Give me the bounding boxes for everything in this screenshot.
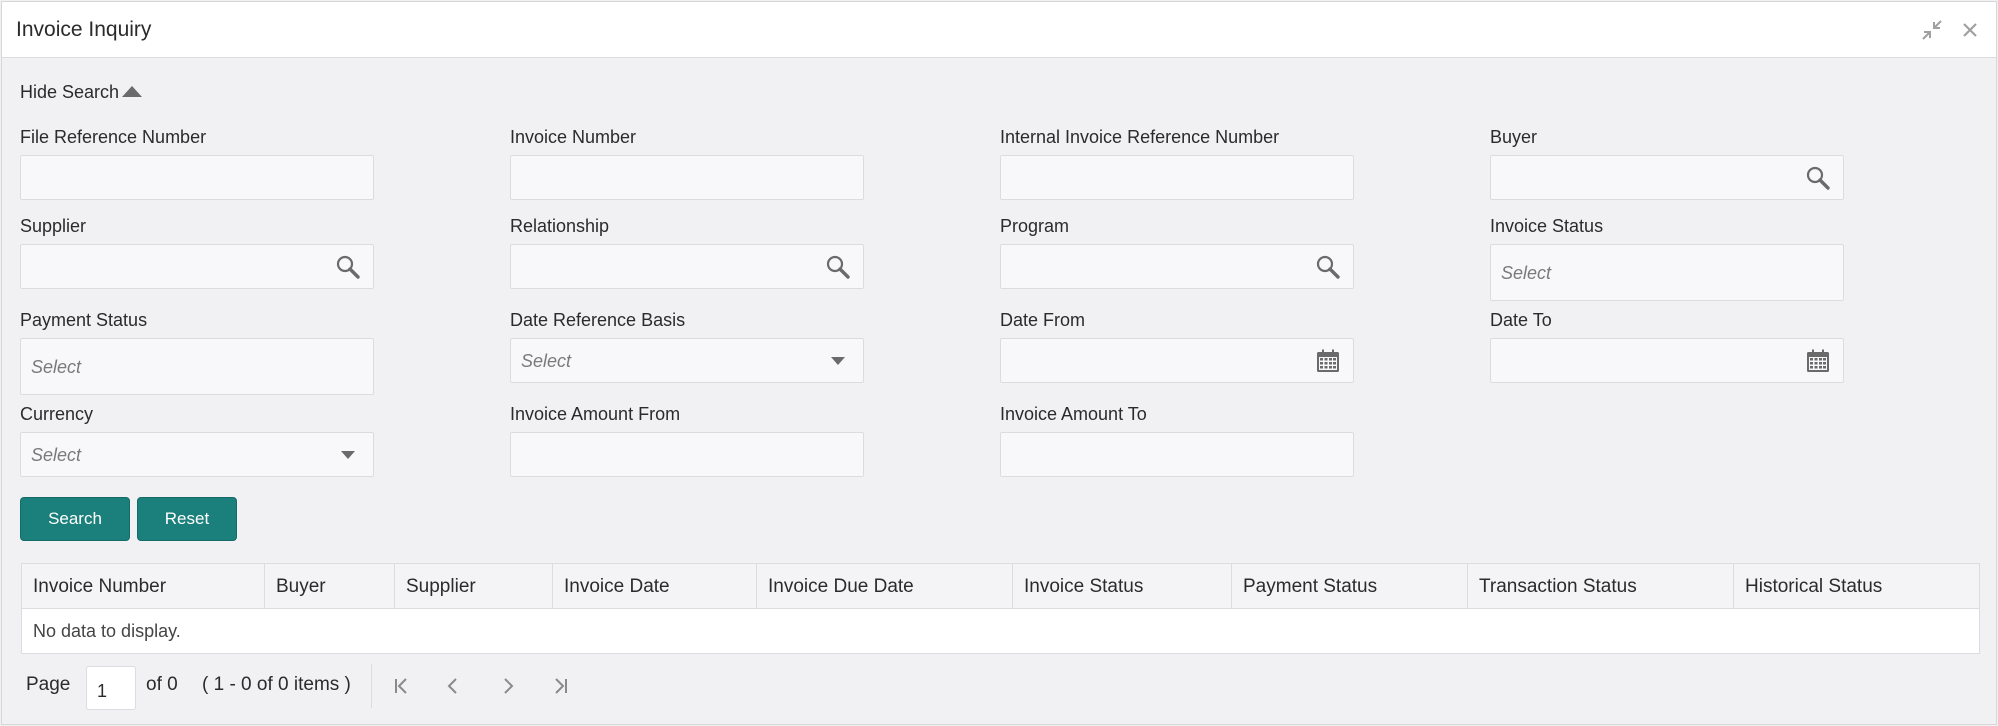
title-bar: Invoice Inquiry [2, 2, 1996, 58]
payment-status-select[interactable]: Select [20, 338, 374, 395]
relationship-label: Relationship [510, 216, 610, 236]
search-icon[interactable] [1803, 163, 1833, 193]
calendar-icon[interactable] [1313, 346, 1343, 376]
table-header: Invoice Number Buyer Supplier Invoice Da… [22, 564, 1979, 609]
invoice-number-label: Invoice Number [510, 127, 637, 147]
window-title: Invoice Inquiry [16, 18, 152, 41]
column-header-supplier[interactable]: Supplier [395, 564, 553, 609]
date-to-label: Date To [1490, 310, 1552, 330]
invoice-amount-from-input[interactable] [510, 432, 864, 477]
date-reference-basis-select[interactable]: Select [510, 338, 864, 383]
invoice-number-input[interactable] [510, 155, 864, 200]
internal-invoice-reference-number-input[interactable] [1000, 155, 1354, 200]
calendar-icon[interactable] [1803, 346, 1833, 376]
previous-page-icon[interactable] [441, 674, 465, 698]
empty-table-message: No data to display. [33, 621, 181, 641]
invoice-status-select[interactable]: Select [1490, 244, 1844, 301]
payment-status-label: Payment Status [20, 310, 148, 330]
items-summary: ( 1 - 0 of 0 items ) [202, 674, 351, 695]
pagination: Page 1 of 0 ( 1 - 0 of 0 items ) [2, 662, 1996, 712]
minimize-icon[interactable] [1920, 18, 1944, 42]
results-table: Invoice Number Buyer Supplier Invoice Da… [21, 563, 1980, 654]
relationship-input[interactable] [510, 244, 864, 289]
program-label: Program [1000, 216, 1070, 236]
chevron-down-icon[interactable] [823, 346, 853, 376]
column-header-buyer[interactable]: Buyer [265, 564, 395, 609]
invoice-inquiry-window: Invoice Inquiry Hide Search File Referen… [1, 1, 1997, 725]
column-header-transaction-status[interactable]: Transaction Status [1468, 564, 1734, 609]
chevron-down-icon[interactable] [333, 440, 363, 470]
supplier-label: Supplier [20, 216, 87, 236]
page-label: Page [26, 674, 71, 695]
date-reference-basis-label: Date Reference Basis [510, 310, 686, 330]
pagination-divider [371, 664, 372, 708]
column-header-payment-status[interactable]: Payment Status [1232, 564, 1468, 609]
close-icon[interactable] [1958, 18, 1982, 42]
first-page-icon[interactable] [390, 674, 414, 698]
file-reference-number-input[interactable] [20, 155, 374, 200]
payment-status-placeholder: Select [31, 357, 82, 377]
column-header-invoice-due-date[interactable]: Invoice Due Date [757, 564, 1013, 609]
last-page-icon[interactable] [548, 674, 572, 698]
invoice-amount-from-label: Invoice Amount From [510, 404, 681, 424]
buyer-label: Buyer [1490, 127, 1538, 147]
currency-placeholder: Select [31, 445, 82, 465]
invoice-status-label: Invoice Status [1490, 216, 1604, 236]
hide-search-label: Hide Search [20, 82, 120, 102]
internal-invoice-reference-number-label: Internal Invoice Reference Number [1000, 127, 1280, 147]
invoice-amount-to-label: Invoice Amount To [1000, 404, 1147, 424]
currency-select[interactable]: Select [20, 432, 374, 477]
date-to-input[interactable] [1490, 338, 1844, 383]
currency-label: Currency [20, 404, 94, 424]
buyer-input[interactable] [1490, 155, 1844, 200]
page-count-label: of 0 [146, 674, 178, 695]
invoice-status-placeholder: Select [1501, 263, 1552, 283]
file-reference-number-label: File Reference Number [20, 127, 207, 147]
program-input[interactable] [1000, 244, 1354, 289]
column-header-invoice-status[interactable]: Invoice Status [1013, 564, 1232, 609]
search-button[interactable]: Search [20, 497, 130, 541]
page-number-input[interactable]: 1 [86, 666, 136, 710]
search-icon[interactable] [333, 252, 363, 282]
search-icon[interactable] [823, 252, 853, 282]
column-header-invoice-date[interactable]: Invoice Date [553, 564, 757, 609]
date-from-input[interactable] [1000, 338, 1354, 383]
column-header-historical-status[interactable]: Historical Status [1734, 564, 1979, 609]
date-from-label: Date From [1000, 310, 1086, 330]
search-icon[interactable] [1313, 252, 1343, 282]
date-reference-basis-placeholder: Select [521, 351, 572, 371]
column-header-invoice-number[interactable]: Invoice Number [22, 564, 265, 609]
caret-up-icon [122, 85, 143, 97]
reset-button[interactable]: Reset [137, 497, 237, 541]
invoice-amount-to-input[interactable] [1000, 432, 1354, 477]
supplier-input[interactable] [20, 244, 374, 289]
hide-search-toggle[interactable]: Hide Search [20, 82, 143, 103]
next-page-icon[interactable] [496, 674, 520, 698]
